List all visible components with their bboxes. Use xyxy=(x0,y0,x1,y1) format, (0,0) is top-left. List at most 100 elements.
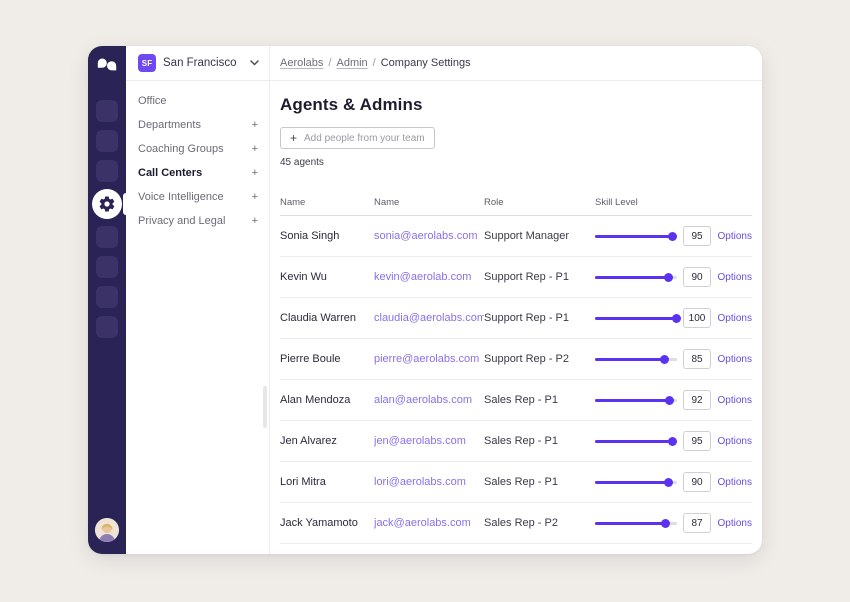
table-row: Alan Mendoza alan@aerolabs.com Sales Rep… xyxy=(280,380,752,421)
workspace-selector[interactable]: SF San Francisco xyxy=(126,46,270,80)
nav-icon-placeholder[interactable] xyxy=(96,256,118,278)
expand-plus-icon[interactable]: + xyxy=(252,192,258,203)
sidebar-item-label: Coaching Groups xyxy=(138,143,224,155)
agent-email-link[interactable]: pierre@aerolabs.com xyxy=(374,353,484,365)
agent-role: Sales Rep - P1 xyxy=(484,394,595,406)
slider-thumb[interactable] xyxy=(664,478,673,487)
sidebar-item[interactable]: Office + xyxy=(126,89,269,113)
agent-email-link[interactable]: jack@aerolabs.com xyxy=(374,517,484,529)
breadcrumb: Aerolabs / Admin / Company Settings xyxy=(270,46,762,80)
sidebar-item-label: Voice Intelligence xyxy=(138,191,224,203)
app-window: SF San Francisco Aerolabs / Admin / Comp… xyxy=(88,46,762,554)
skill-value-field[interactable]: 87 xyxy=(683,513,711,533)
expand-plus-icon[interactable]: + xyxy=(252,144,258,155)
nav-icon-placeholder[interactable] xyxy=(96,160,118,182)
skill-level-slider[interactable] xyxy=(595,313,677,324)
sidebar-item[interactable]: Departments + xyxy=(126,113,269,137)
plus-icon: + xyxy=(290,132,297,144)
slider-thumb[interactable] xyxy=(668,437,677,446)
skill-level-slider[interactable] xyxy=(595,231,677,242)
table-row: Pierre Boule pierre@aerolabs.com Support… xyxy=(280,339,752,380)
skill-value-field[interactable]: 90 xyxy=(683,267,711,287)
skill-value-field[interactable]: 95 xyxy=(683,431,711,451)
next-row-skeleton xyxy=(280,544,752,554)
sidebar-item[interactable]: Privacy and Legal + xyxy=(126,209,269,233)
agent-role: Sales Rep - P2 xyxy=(484,517,595,529)
nav-icon-placeholder[interactable] xyxy=(96,226,118,248)
skill-level-slider[interactable] xyxy=(595,518,677,529)
options-link[interactable]: Options xyxy=(718,518,752,529)
slider-fill xyxy=(595,522,666,525)
skill-value-field[interactable]: 95 xyxy=(683,226,711,246)
column-header-name: Name xyxy=(280,197,374,208)
add-people-button-label: Add people from your team xyxy=(304,133,425,144)
options-link[interactable]: Options xyxy=(718,354,752,365)
skill-value-field[interactable]: 85 xyxy=(683,349,711,369)
slider-fill xyxy=(595,358,665,361)
skill-level-slider[interactable] xyxy=(595,354,677,365)
nav-icon-placeholder[interactable] xyxy=(96,286,118,308)
breadcrumb-separator: / xyxy=(328,57,331,69)
slider-thumb[interactable] xyxy=(672,314,681,323)
agent-email-link[interactable]: claudia@aerolabs.com xyxy=(374,312,484,324)
agent-email-link[interactable]: alan@aerolabs.com xyxy=(374,394,484,406)
rail-nav-top xyxy=(96,100,118,182)
skill-level-slider[interactable] xyxy=(595,436,677,447)
column-header-skill-level: Skill Level xyxy=(595,197,683,208)
options-link[interactable]: Options xyxy=(718,477,752,488)
breadcrumb-link-admin[interactable]: Admin xyxy=(336,57,367,69)
agent-email-link[interactable]: jen@aerolabs.com xyxy=(374,435,484,447)
skill-value-field[interactable]: 92 xyxy=(683,390,711,410)
agent-name: Lori Mitra xyxy=(280,476,374,488)
skill-level-slider[interactable] xyxy=(595,395,677,406)
skill-value-field[interactable]: 100 xyxy=(683,308,711,328)
slider-thumb[interactable] xyxy=(664,273,673,282)
nav-icon-placeholder[interactable] xyxy=(96,100,118,122)
add-people-button[interactable]: + Add people from your team xyxy=(280,127,435,149)
slider-thumb[interactable] xyxy=(660,355,669,364)
slider-thumb[interactable] xyxy=(668,232,677,241)
options-link[interactable]: Options xyxy=(718,272,752,283)
app-logo-icon xyxy=(97,58,117,76)
skill-level-slider[interactable] xyxy=(595,477,677,488)
skill-level-slider[interactable] xyxy=(595,272,677,283)
sidebar-item[interactable]: Call Centers + xyxy=(126,161,269,185)
chevron-down-icon xyxy=(250,60,259,66)
page-title: Agents & Admins xyxy=(280,95,752,115)
sidebar-item-label: Departments xyxy=(138,119,201,131)
slider-thumb[interactable] xyxy=(665,396,674,405)
user-avatar[interactable] xyxy=(95,518,119,542)
settings-nav-button[interactable] xyxy=(92,189,122,219)
options-link[interactable]: Options xyxy=(718,231,752,242)
table-row: Jen Alvarez jen@aerolabs.com Sales Rep -… xyxy=(280,421,752,462)
sidebar-scrollbar[interactable] xyxy=(263,386,267,428)
agent-email-link[interactable]: sonia@aerolabs.com xyxy=(374,230,484,242)
options-link[interactable]: Options xyxy=(718,313,752,324)
agent-role: Support Rep - P2 xyxy=(484,353,595,365)
agents-table: Sonia Singh sonia@aerolabs.com Support M… xyxy=(280,216,752,554)
workspace-badge: SF xyxy=(138,54,156,72)
column-header-email: Name xyxy=(374,197,484,208)
table-row: Jack Yamamoto jack@aerolabs.com Sales Re… xyxy=(280,503,752,544)
expand-plus-icon[interactable]: + xyxy=(252,216,258,227)
slider-fill xyxy=(595,399,670,402)
agent-email-link[interactable]: kevin@aerolab.com xyxy=(374,271,484,283)
gear-icon xyxy=(98,195,116,213)
sidebar-item[interactable]: Voice Intelligence + xyxy=(126,185,269,209)
expand-plus-icon[interactable]: + xyxy=(252,120,258,131)
main-content: Agents & Admins + Add people from your t… xyxy=(270,81,762,554)
breadcrumb-link-aerolabs[interactable]: Aerolabs xyxy=(280,57,323,69)
nav-icon-placeholder[interactable] xyxy=(96,130,118,152)
agent-role: Sales Rep - P1 xyxy=(484,476,595,488)
expand-plus-icon[interactable]: + xyxy=(252,168,258,179)
options-link[interactable]: Options xyxy=(718,395,752,406)
options-link[interactable]: Options xyxy=(718,436,752,447)
skill-value-field[interactable]: 90 xyxy=(683,472,711,492)
sidebar-item[interactable]: Coaching Groups + xyxy=(126,137,269,161)
column-header-role: Role xyxy=(484,197,595,208)
table-row: Lori Mitra lori@aerolabs.com Sales Rep -… xyxy=(280,462,752,503)
slider-thumb[interactable] xyxy=(661,519,670,528)
slider-fill xyxy=(595,317,677,320)
nav-icon-placeholder[interactable] xyxy=(96,316,118,338)
agent-email-link[interactable]: lori@aerolabs.com xyxy=(374,476,484,488)
